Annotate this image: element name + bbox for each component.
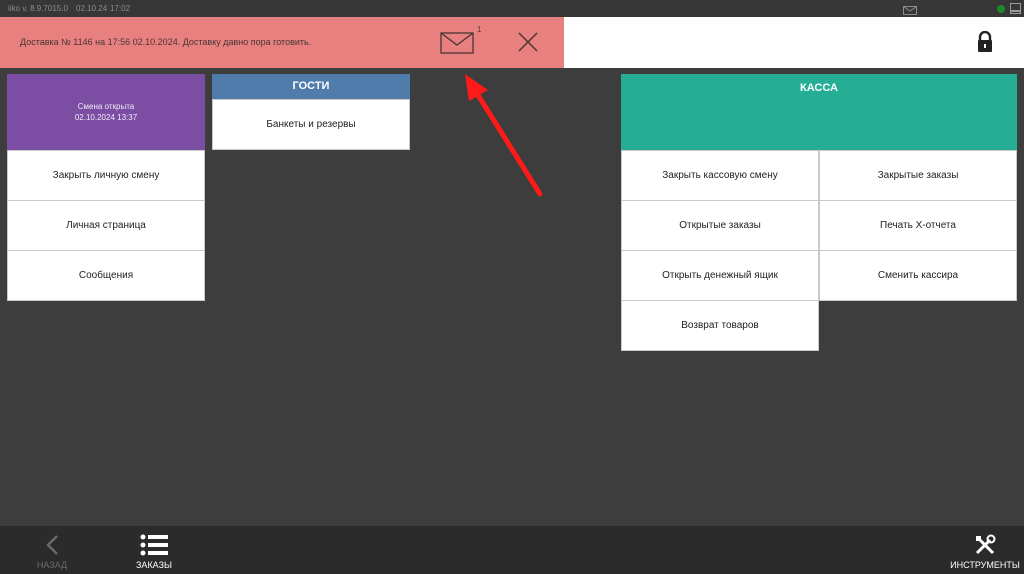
banquets-reserves-button[interactable]: Банкеты и резервы [212,99,410,150]
close-cash-shift-button[interactable]: Закрыть кассовую смену [621,150,819,201]
open-cash-drawer-button[interactable]: Открыть денежный ящик [621,250,819,301]
x-report-button[interactable]: Печать Х-отчета [819,200,1017,251]
back-chevron-icon [46,535,58,555]
kassa-header: КАССА [621,74,1017,150]
closed-orders-label: Закрытые заказы [877,170,959,181]
tools-button[interactable]: ИНСТРУМЕНТЫ [950,526,1020,574]
shift-status-tile: Смена открыта 02.10.2024 13:37 [7,74,205,150]
mail-icon[interactable] [440,32,474,59]
window-icon[interactable] [1010,3,1021,14]
messages-button[interactable]: Сообщения [7,250,205,301]
change-cashier-button[interactable]: Сменить кассира [819,250,1017,301]
lock-panel [564,17,1024,68]
bottom-toolbar: НАЗАД ЗАКАЗЫ ИНСТРУМЕНТЫ [0,526,1024,574]
unread-count: 1 [477,25,482,34]
shift-status: Смена открыта [77,102,135,111]
status-bar: iiko v. 8.9.7015.0 02.10.24 17:02 [0,0,1024,17]
status-date: 02.10.24 [76,4,108,13]
orders-label: ЗАКАЗЫ [136,560,172,570]
status-time: 17:02 [110,4,131,13]
open-orders-button[interactable]: Открытые заказы [621,200,819,251]
open-cash-drawer-label: Открыть денежный ящик [662,270,778,281]
back-button[interactable]: НАЗАД [28,526,76,574]
messages-label: Сообщения [78,270,134,281]
close-cash-shift-label: Закрыть кассовую смену [662,170,778,181]
list-icon [140,534,168,556]
notification-text: Доставка № 1146 на 17:56 02.10.2024. Дос… [20,37,312,47]
shift-datetime: 02.10.2024 13:37 [74,113,138,122]
tools-icon [975,534,996,555]
return-goods-label: Возврат товаров [681,320,759,331]
close-personal-shift-label: Закрыть личную смену [52,170,160,181]
personal-page-label: Личная страница [66,220,146,231]
x-report-label: Печать Х-отчета [880,220,956,231]
notification-banner[interactable]: Доставка № 1146 на 17:56 02.10.2024. Дос… [0,17,564,68]
lock-icon[interactable] [976,30,994,58]
orders-button[interactable]: ЗАКАЗЫ [128,526,180,574]
guests-header: ГОСТИ [212,74,410,99]
open-orders-label: Открытые заказы [679,220,761,231]
close-personal-shift-button[interactable]: Закрыть личную смену [7,150,205,201]
close-icon[interactable] [517,31,539,58]
connection-indicator [997,5,1005,13]
closed-orders-button[interactable]: Закрытые заказы [819,150,1017,201]
return-goods-button[interactable]: Возврат товаров [621,300,819,351]
app-version: iiko v. 8.9.7015.0 [8,4,68,13]
tools-label: ИНСТРУМЕНТЫ [950,560,1020,570]
back-label: НАЗАД [36,560,68,570]
banquets-reserves-label: Банкеты и резервы [266,119,356,130]
change-cashier-label: Сменить кассира [877,270,959,281]
personal-page-button[interactable]: Личная страница [7,200,205,251]
